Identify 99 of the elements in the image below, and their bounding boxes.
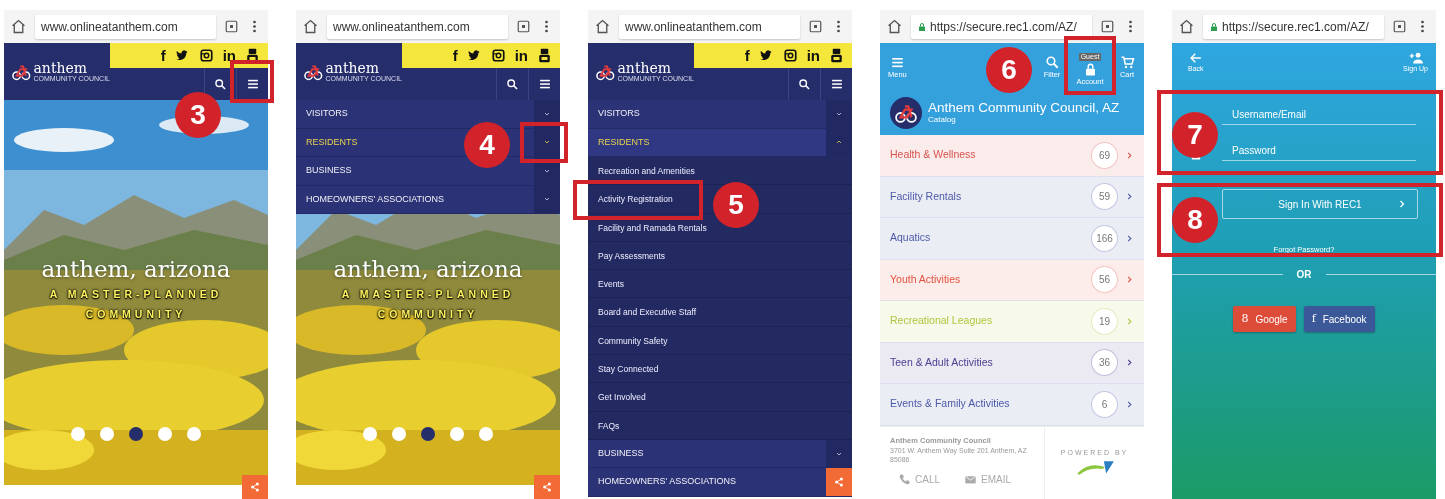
facebook-icon[interactable]: f — [744, 48, 750, 63]
home-icon[interactable] — [302, 18, 319, 35]
url-field[interactable]: www.onlineatanthem.com — [619, 14, 800, 39]
category-label: Health & Wellness — [890, 147, 977, 163]
add-user-icon — [1408, 51, 1423, 65]
url-field[interactable]: https://secure.rec1.com/AZ/ — [911, 14, 1092, 39]
category-row[interactable]: Health & Wellness 69 — [880, 135, 1144, 177]
tabs-icon[interactable] — [1100, 19, 1115, 34]
linkedin-icon[interactable]: in — [222, 48, 236, 63]
home-icon[interactable] — [886, 18, 903, 35]
highlight-frame — [520, 122, 568, 163]
logo-name: anthem — [33, 60, 89, 75]
category-label: Aquatics — [890, 230, 932, 246]
facebook-icon[interactable]: f — [160, 48, 166, 63]
count-badge: 56 — [1091, 266, 1118, 294]
category-label: Teen & Adult Activities — [890, 354, 994, 370]
submenu-item[interactable]: Board and Executive Staff — [594, 299, 701, 327]
search-icon[interactable] — [798, 77, 811, 91]
phone-icon — [898, 472, 911, 486]
chevron-icon — [1125, 316, 1134, 326]
lock-icon — [917, 21, 927, 32]
highlight-frame — [230, 60, 274, 103]
tabs-icon[interactable] — [1392, 19, 1407, 34]
search-icon[interactable] — [506, 77, 519, 91]
input-field[interactable]: Username/Email — [1222, 107, 1416, 126]
search-icon[interactable] — [214, 77, 227, 91]
menu-icon[interactable] — [829, 77, 844, 91]
divider-label: OR — [1295, 268, 1313, 283]
search-icon — [1044, 54, 1060, 70]
cart-icon — [1119, 54, 1135, 70]
swoosh-logo — [1074, 458, 1115, 478]
category-row[interactable]: Youth Activities 56 — [880, 259, 1144, 301]
tabs-icon[interactable] — [808, 19, 823, 34]
page-subtitle: Catalog — [928, 115, 957, 124]
lock-icon — [1209, 21, 1219, 32]
url-field[interactable]: www.onlineatanthem.com — [35, 14, 216, 39]
submenu-item[interactable]: Recreation and Amenities — [594, 157, 699, 186]
category-row[interactable]: Teen & Adult Activities 36 — [880, 342, 1144, 384]
count-badge: 36 — [1091, 349, 1118, 377]
instagram-icon[interactable] — [198, 48, 214, 63]
submenu-item[interactable]: Get Involved — [594, 384, 650, 412]
instagram-icon[interactable] — [490, 48, 506, 63]
chevron-icon — [1125, 192, 1134, 202]
share-icon — [541, 481, 553, 493]
chevron-icon — [1125, 150, 1134, 160]
category-label: Youth Activities — [890, 271, 962, 287]
submenu-item[interactable]: Events — [594, 270, 628, 299]
hero-title: anthem, arizona — [332, 255, 524, 284]
logo-name: anthem — [325, 60, 381, 75]
chevron-icon — [1125, 233, 1134, 243]
chevron-icon — [1125, 399, 1134, 409]
count-badge: 19 — [1091, 307, 1118, 335]
facebook-icon[interactable]: f — [452, 48, 458, 63]
home-icon[interactable] — [1178, 18, 1195, 35]
category-row[interactable]: Aquatics 166 — [880, 218, 1144, 260]
submenu-item[interactable]: Facility and Ramada Rentals — [594, 214, 711, 242]
logo-name: anthem — [617, 60, 673, 75]
facebook-button[interactable]: f Facebook — [1303, 306, 1375, 333]
menu-icon[interactable] — [245, 77, 260, 91]
back-arrow-icon — [1188, 51, 1203, 65]
category-label: Facility Rentals — [890, 188, 963, 204]
chevron-icon — [1125, 275, 1134, 285]
instagram-icon[interactable] — [782, 48, 798, 63]
twitter-icon[interactable] — [174, 48, 190, 63]
twitter-icon[interactable] — [466, 48, 482, 63]
tabs-icon[interactable] — [224, 19, 239, 34]
category-label: Recreational Leagues — [890, 313, 994, 329]
submenu-item[interactable]: Pay Assessments — [594, 242, 670, 270]
submenu-item[interactable]: Activity Registration — [594, 186, 677, 214]
category-label: Events & Family Activities — [890, 396, 1011, 412]
submenu-item[interactable]: Stay Connected — [594, 355, 663, 384]
share-icon — [833, 476, 845, 489]
hero-title: anthem, arizona — [40, 255, 232, 284]
count-badge: 166 — [1091, 224, 1118, 252]
home-icon[interactable] — [10, 18, 27, 35]
linkedin-icon[interactable]: in — [806, 48, 820, 63]
org-name: Anthem Community Council, AZ — [928, 101, 1120, 116]
count-badge: 6 — [1091, 390, 1118, 418]
chevron-icon — [1397, 199, 1407, 210]
submenu-item[interactable]: Community Safety — [594, 327, 672, 355]
url-field[interactable]: www.onlineatanthem.com — [327, 14, 508, 39]
home-icon[interactable] — [594, 18, 611, 35]
category-row[interactable]: Facility Rentals 59 — [880, 176, 1144, 218]
twitter-icon[interactable] — [758, 48, 774, 63]
count-badge: 69 — [1091, 141, 1118, 169]
menu-icon[interactable] — [537, 77, 552, 91]
submenu-item[interactable]: FAQs — [594, 412, 624, 440]
share-icon — [249, 481, 261, 493]
count-badge: 59 — [1091, 183, 1118, 211]
url-field[interactable]: https://secure.rec1.com/AZ/ — [1203, 14, 1384, 39]
tabs-icon[interactable] — [516, 19, 531, 34]
google-button[interactable]: 8 Google — [1233, 306, 1296, 333]
category-row[interactable]: Events & Family Activities 6 — [880, 384, 1144, 426]
input-field[interactable]: Password — [1222, 143, 1416, 162]
category-row[interactable]: Recreational Leagues 19 — [880, 301, 1144, 343]
chevron-icon — [1125, 358, 1134, 368]
menu-item[interactable]: RESIDENTS — [588, 128, 826, 156]
linkedin-icon[interactable]: in — [514, 48, 528, 63]
highlight-frame — [1064, 36, 1116, 95]
